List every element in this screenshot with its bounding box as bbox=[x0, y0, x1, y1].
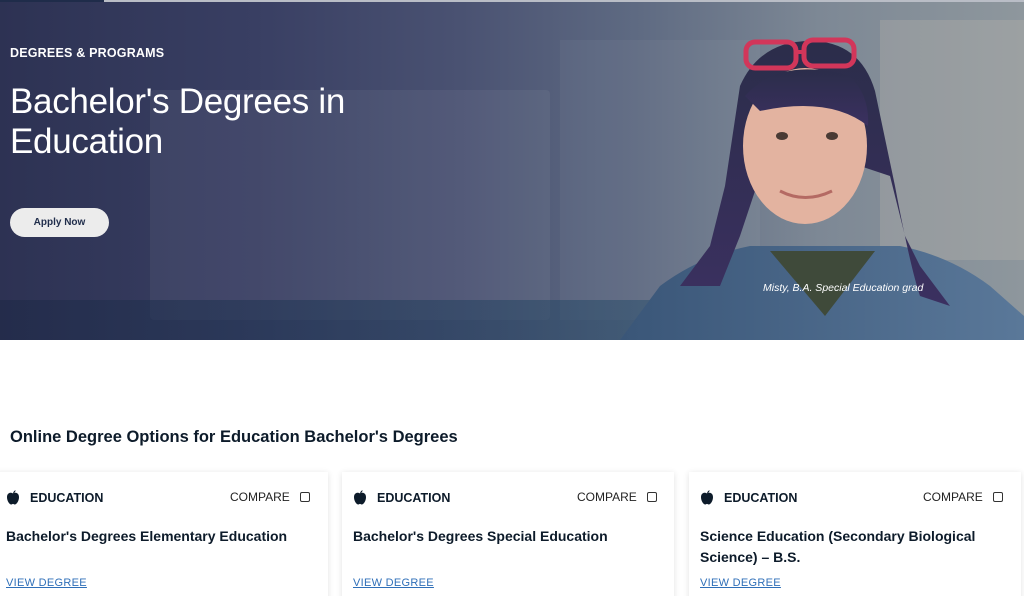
apple-icon bbox=[701, 490, 713, 505]
compare-toggle[interactable]: COMPARE bbox=[923, 490, 1003, 504]
graduate-portrait bbox=[620, 37, 1024, 340]
photo-caption: Misty, B.A. Special Education grad bbox=[763, 282, 924, 294]
view-degree-link[interactable]: VIEW DEGREE bbox=[353, 577, 434, 589]
apple-icon bbox=[354, 490, 366, 505]
degree-card: EDUCATION COMPARE Science Education (Sec… bbox=[689, 472, 1021, 596]
compare-label: COMPARE bbox=[577, 490, 637, 504]
category-label: EDUCATION bbox=[30, 490, 104, 505]
degree-title: Bachelor's Degrees Special Education bbox=[353, 528, 608, 544]
degree-options-heading: Online Degree Options for Education Bach… bbox=[10, 428, 458, 446]
apply-now-button[interactable]: Apply Now bbox=[10, 208, 109, 237]
card-category: EDUCATION bbox=[700, 490, 797, 505]
view-degree-link[interactable]: VIEW DEGREE bbox=[700, 577, 781, 589]
apple-icon bbox=[7, 490, 19, 505]
top-accent-bar bbox=[0, 0, 104, 2]
category-label: EDUCATION bbox=[377, 490, 451, 505]
hero-kicker: DEGREES & PROGRAMS bbox=[10, 46, 165, 60]
degree-card: EDUCATION COMPARE Bachelor's Degrees Spe… bbox=[342, 472, 674, 596]
compare-label: COMPARE bbox=[230, 490, 290, 504]
compare-checkbox[interactable] bbox=[992, 492, 1003, 502]
view-degree-link[interactable]: VIEW DEGREE bbox=[6, 577, 87, 589]
compare-toggle[interactable]: COMPARE bbox=[577, 490, 657, 504]
compare-label: COMPARE bbox=[923, 490, 983, 504]
compare-checkbox[interactable] bbox=[646, 492, 657, 502]
card-category: EDUCATION bbox=[6, 490, 103, 505]
hero-banner: DEGREES & PROGRAMS Bachelor's Degrees in… bbox=[0, 0, 1024, 340]
top-divider bbox=[104, 0, 1024, 2]
degree-title: Science Education (Secondary Biological … bbox=[700, 528, 976, 565]
degree-title: Bachelor's Degrees Elementary Education bbox=[6, 528, 288, 544]
card-category: EDUCATION bbox=[353, 490, 450, 505]
category-label: EDUCATION bbox=[724, 490, 798, 505]
compare-checkbox[interactable] bbox=[299, 492, 310, 502]
page-title: Bachelor's Degrees in Education bbox=[10, 82, 346, 161]
background-floor bbox=[0, 300, 700, 340]
compare-toggle[interactable]: COMPARE bbox=[230, 490, 310, 504]
degree-card: EDUCATION COMPARE Bachelor's Degrees Ele… bbox=[0, 472, 328, 596]
